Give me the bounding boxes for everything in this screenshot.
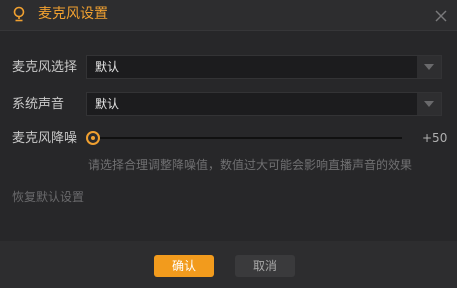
chevron-down-icon [424,64,434,70]
confirm-button[interactable]: 确认 [154,255,214,277]
close-icon[interactable] [434,9,448,23]
noise-reduction-hint: 请选择合理调整降噪值，数值过大可能会影响直播声音的效果 [88,158,413,172]
dialog-title: 麦克风设置 [38,6,108,22]
noise-reduction-label: 麦克风降噪 [12,131,78,146]
chevron-down-icon [424,101,434,107]
system-sound-select-value: 默认 [95,97,120,111]
noise-reduction-slider-track[interactable] [95,137,402,139]
microphone-select-value: 默认 [95,60,120,74]
noise-reduction-slider-handle[interactable] [86,131,100,145]
title-bar: 麦克风设置 [0,0,457,30]
microphone-select-label: 麦克风选择 [12,60,78,75]
cancel-button[interactable]: 取消 [235,255,295,277]
microphone-select[interactable]: 默认 [86,55,442,79]
system-sound-dropdown-button[interactable] [417,93,441,115]
dialog-footer [0,241,457,288]
system-sound-label: 系统声音 [12,97,65,112]
microphone-dropdown-button[interactable] [417,56,441,78]
noise-reduction-value: +50 [422,131,448,145]
lightbulb-icon [13,6,25,22]
system-sound-select[interactable]: 默认 [86,92,442,116]
restore-default-link[interactable]: 恢复默认设置 [12,189,84,205]
